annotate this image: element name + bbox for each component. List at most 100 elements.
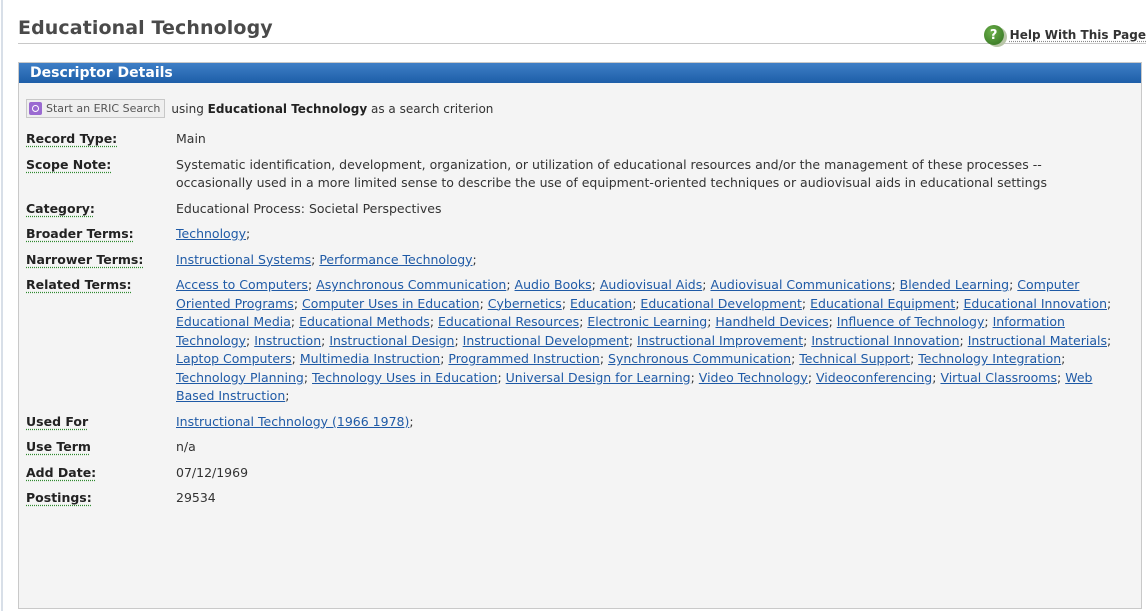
term-link[interactable]: Computer Uses in Education <box>302 296 480 311</box>
row-scope-note: Scope Note: Systematic identification, d… <box>26 156 1116 200</box>
label-used-for: Used For <box>26 413 89 429</box>
term-separator: ; <box>599 351 609 366</box>
term-separator: ; <box>506 277 515 292</box>
term-link[interactable]: Laptop Computers <box>176 351 292 366</box>
term-link[interactable]: Access to Computers <box>176 277 308 292</box>
search-icon <box>29 102 42 115</box>
term-link[interactable]: Educational Equipment <box>810 296 955 311</box>
term-link[interactable]: Audio Books <box>515 277 592 292</box>
term-link[interactable]: Technology Uses in Education <box>312 370 497 385</box>
term-separator: ; <box>429 314 438 329</box>
term-link[interactable]: Technology <box>176 226 246 241</box>
term-separator: ; <box>307 277 317 292</box>
term-separator: ; <box>246 332 255 348</box>
help-icon[interactable]: ? <box>983 25 1004 45</box>
search-criterion-text: using Educational Technology as a search… <box>171 102 493 116</box>
left-border <box>1 0 3 611</box>
row-use-term: Use Term n/a <box>26 438 1116 464</box>
term-separator: ; <box>1057 369 1066 385</box>
related-terms-list: Access to Computers; Asynchronous Commun… <box>176 276 1116 413</box>
broader-terms-list: Technology; <box>176 225 1116 251</box>
term-link[interactable]: Instructional Design <box>329 333 454 348</box>
term-link[interactable]: Technology Integration <box>918 351 1061 366</box>
term-link[interactable]: Education <box>570 296 632 311</box>
search-text-suffix: as a search criterion <box>370 101 494 116</box>
term-separator: ; <box>807 369 816 385</box>
term-link[interactable]: Asynchronous Communication <box>316 277 506 292</box>
term-link[interactable]: Handheld Devices <box>715 314 828 329</box>
term-separator: ; <box>690 369 699 385</box>
descriptor-details-panel: Descriptor Details Start an ERIC Search … <box>18 62 1142 609</box>
term-separator: ; <box>303 369 313 385</box>
term-link[interactable]: Instructional Development <box>463 333 629 348</box>
term-link[interactable]: Influence of Technology <box>837 314 985 329</box>
label-broader-terms: Broader Terms: <box>26 226 134 241</box>
term-link[interactable]: Multimedia Instruction <box>300 351 440 366</box>
help-label[interactable]: Help With This Page <box>1010 28 1146 42</box>
term-link[interactable]: Universal Design for Learning <box>506 370 691 385</box>
term-separator: ; <box>1061 351 1066 366</box>
term-separator: ; <box>959 332 968 348</box>
term-separator: ; <box>246 226 251 241</box>
term-link[interactable]: Virtual Classrooms <box>940 370 1057 385</box>
value-postings: 29534 <box>176 490 216 505</box>
term-link[interactable]: Instruction <box>254 333 321 348</box>
term-separator: ; <box>591 277 600 292</box>
label-use-term: Use Term <box>26 439 91 454</box>
term-link[interactable]: Performance Technology <box>319 252 472 267</box>
search-row: Start an ERIC Search using Educational T… <box>26 99 1141 118</box>
term-link[interactable]: Instructional Improvement <box>637 333 803 348</box>
row-category: Category: Educational Process: Societal … <box>26 200 1116 226</box>
term-link[interactable]: Programmed Instruction <box>448 351 599 366</box>
term-link[interactable]: Instructional Materials <box>968 333 1107 348</box>
term-link[interactable]: Synchronous Communication <box>608 351 791 366</box>
term-link[interactable]: Videoconferencing <box>816 370 932 385</box>
term-link[interactable]: Electronic Learning <box>587 314 707 329</box>
details-table: Record Type: Main Scope Note: Systematic… <box>26 130 1116 515</box>
label-add-date: Add Date: <box>26 464 97 480</box>
term-separator: ; <box>409 413 414 429</box>
row-postings: Postings: 29534 <box>26 489 1116 515</box>
value-record-type: Main <box>176 131 206 146</box>
row-broader-terms: Broader Terms: Technology; <box>26 225 1116 251</box>
term-separator: ; <box>828 314 837 329</box>
term-link[interactable]: Technology Planning <box>176 370 304 385</box>
term-link[interactable]: Educational Innovation <box>964 296 1108 311</box>
term-link[interactable]: Educational Resources <box>438 314 579 329</box>
row-add-date: Add Date: 07/12/1969 <box>26 464 1116 490</box>
term-link[interactable]: Audiovisual Aids <box>600 277 702 292</box>
row-related-terms: Related Terms: Access to Computers; Asyn… <box>26 276 1116 413</box>
term-link[interactable]: Cybernetics <box>488 296 562 311</box>
term-link[interactable]: Educational Methods <box>299 314 430 329</box>
term-separator: ; <box>628 332 638 348</box>
used-for-list: Instructional Technology (1966 1978); <box>176 413 1116 439</box>
term-link[interactable]: Blended Learning <box>900 277 1009 292</box>
term-separator: ; <box>479 295 488 311</box>
page-title: Educational Technology <box>18 17 273 39</box>
row-record-type: Record Type: Main <box>26 130 1116 156</box>
term-link[interactable]: Educational Media <box>176 314 291 329</box>
term-link[interactable]: Instructional Technology (1966 1978) <box>176 414 409 429</box>
term-separator: ; <box>293 295 303 311</box>
term-separator: ; <box>291 351 300 366</box>
term-link[interactable]: Educational Development <box>640 296 802 311</box>
term-link[interactable]: Instructional Systems <box>176 252 311 267</box>
term-separator: ; <box>454 332 463 348</box>
label-record-type: Record Type: <box>26 131 118 146</box>
value-add-date: 07/12/1969 <box>176 464 249 480</box>
search-term: Educational Technology <box>207 101 368 116</box>
help-link[interactable]: ? Help With This Page <box>983 25 1146 45</box>
page-header: Educational Technology ? Help With This … <box>18 0 1146 45</box>
term-separator: ; <box>1107 332 1112 348</box>
start-eric-search-button[interactable]: Start an ERIC Search <box>26 99 166 118</box>
term-link[interactable]: Video Technology <box>699 370 808 385</box>
term-separator: ; <box>801 295 811 311</box>
value-category: Educational Process: Societal Perspectiv… <box>176 200 442 216</box>
label-scope-note: Scope Note: <box>26 156 112 172</box>
term-link[interactable]: Instructional Innovation <box>811 333 959 348</box>
row-narrower-terms: Narrower Terms: Instructional Systems; P… <box>26 251 1116 277</box>
label-postings: Postings: <box>26 490 92 505</box>
term-link[interactable]: Audiovisual Communications <box>710 277 891 292</box>
term-link[interactable]: Technical Support <box>799 351 910 366</box>
start-eric-search-label: Start an ERIC Search <box>46 102 161 115</box>
